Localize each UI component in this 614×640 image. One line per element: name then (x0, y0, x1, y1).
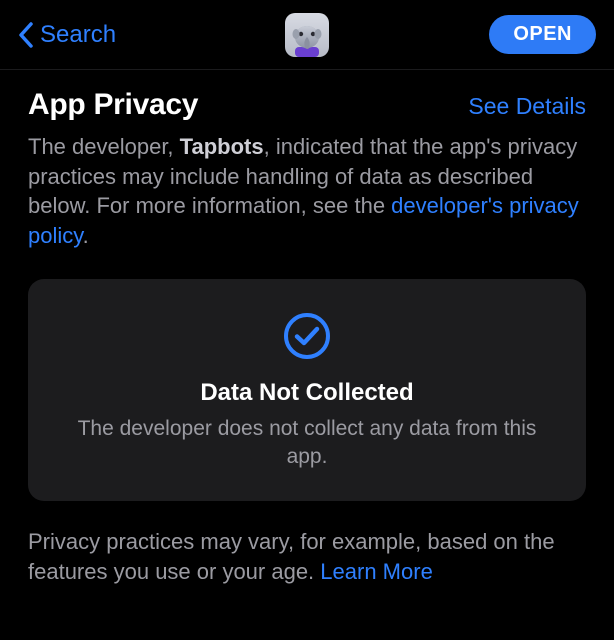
privacy-description: The developer, Tapbots, indicated that t… (28, 132, 586, 251)
app-icon[interactable] (285, 13, 329, 57)
content: App Privacy See Details The developer, T… (0, 70, 614, 587)
see-details-link[interactable]: See Details (468, 93, 586, 120)
section-header: App Privacy See Details (28, 88, 586, 122)
learn-more-link[interactable]: Learn More (320, 559, 433, 584)
back-label: Search (40, 21, 116, 49)
desc-suffix: . (83, 223, 89, 248)
desc-prefix: The developer, (28, 134, 180, 159)
footer-text: Privacy practices may vary, for example,… (28, 529, 555, 584)
developer-name: Tapbots (180, 134, 264, 159)
chevron-left-icon (18, 22, 34, 48)
data-not-collected-card: Data Not Collected The developer does no… (28, 279, 586, 502)
back-button[interactable]: Search (18, 21, 116, 49)
card-title: Data Not Collected (56, 379, 558, 407)
open-button[interactable]: OPEN (489, 15, 596, 54)
nav-bar: Search OPEN (0, 0, 614, 70)
card-subtitle: The developer does not collect any data … (56, 415, 558, 472)
mastodon-elephant-icon (287, 17, 327, 57)
check-circle-icon (56, 311, 558, 361)
section-title: App Privacy (28, 88, 198, 122)
footer-note: Privacy practices may vary, for example,… (28, 527, 586, 586)
